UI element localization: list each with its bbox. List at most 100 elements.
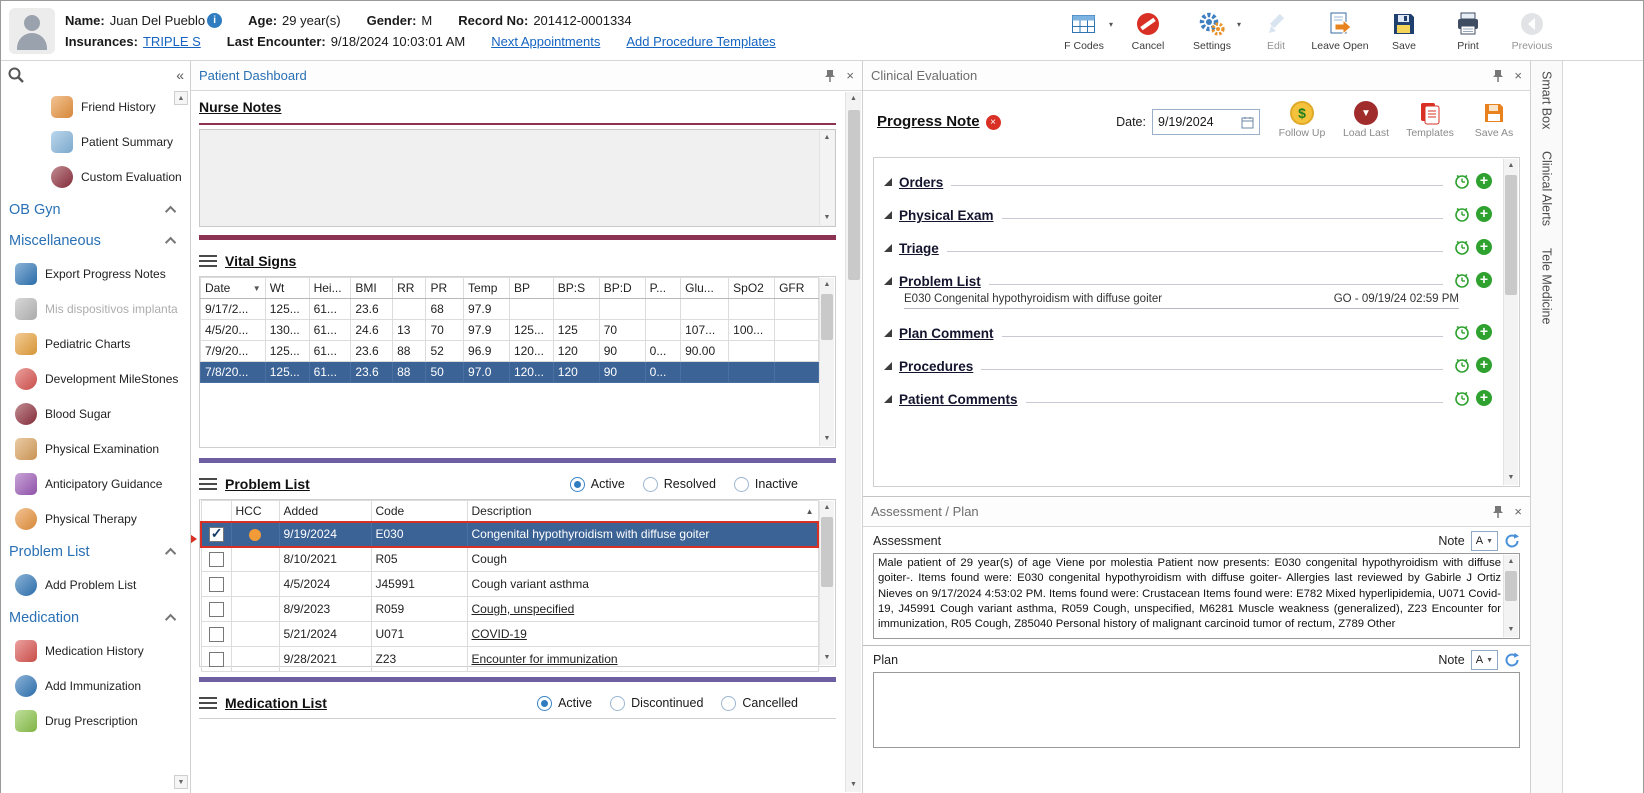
section-heading[interactable]: Orders [899,175,943,190]
add-icon[interactable] [1476,272,1492,288]
collapse-triangle-icon[interactable] [884,362,892,370]
close-icon[interactable]: × [1514,69,1522,82]
column-header[interactable]: Description ▲ [466,500,819,522]
column-header[interactable]: BP [508,277,554,299]
sidebar-item-drug-prescription[interactable]: Drug Prescription [1,703,190,738]
column-header[interactable]: P... [644,277,682,299]
collapse-triangle-icon[interactable] [884,211,892,219]
sidebar-item-custom-evaluation[interactable]: Custom Evaluation [1,159,190,194]
nurse-notes-textarea[interactable]: ▲ ▼ [199,129,836,227]
follow-up-button[interactable]: $ Follow Up [1276,101,1328,139]
sidebar-item-friend-history[interactable]: Friend History [1,89,190,124]
plan-textarea[interactable] [873,672,1520,748]
problem-row-clipped[interactable]: 9/28/2021 Z23 Encounter for immunization [200,646,819,672]
collapse-triangle-icon[interactable] [884,178,892,186]
scroll-up-icon[interactable]: ▲ [846,92,861,106]
checkbox[interactable] [208,651,224,667]
pin-icon[interactable] [824,69,836,83]
checkbox-checked[interactable] [208,525,224,542]
checkbox[interactable] [208,576,224,592]
insurances-link[interactable]: TRIPLE S [143,34,201,49]
sidebar-item-pediatric-charts[interactable]: Pediatric Charts [1,326,190,361]
timer-icon[interactable] [1454,390,1470,406]
sidebar-item-patient-summary[interactable]: Patient Summary [1,124,190,159]
column-header[interactable]: Wt [264,277,310,299]
print-button[interactable]: Print [1441,10,1495,52]
sections-scrollbar[interactable]: ▲ ▼ [1503,159,1518,485]
date-input[interactable]: 9/19/2024 [1152,109,1260,135]
save-as-button[interactable]: Save As [1468,101,1520,139]
scrollbar-thumb[interactable] [821,517,833,587]
scroll-up-icon[interactable]: ▲ [820,501,834,515]
sidebar-item-physical-examination[interactable]: Physical Examination [1,431,190,466]
checkbox[interactable] [208,551,224,567]
column-header[interactable]: BP:S [552,277,600,299]
collapse-triangle-icon[interactable] [884,277,892,285]
templates-button[interactable]: Templates [1404,101,1456,139]
add-icon[interactable] [1476,206,1492,222]
column-header[interactable]: GFR [774,277,819,299]
vital-signs-menu-icon[interactable] [199,255,217,267]
sidebar-item-development-milestones[interactable]: Development MileStones [1,361,190,396]
column-header[interactable]: Temp [463,277,510,299]
cancel-button[interactable]: Cancel [1121,10,1175,52]
sidebar-item-medication-history[interactable]: Medication History [1,633,190,668]
problem-list-scrollbar[interactable]: ▲ ▼ [819,501,834,665]
f-codes-button[interactable]: ▾ F Codes [1057,10,1113,52]
scroll-up-icon[interactable]: ▲ [820,131,834,145]
add-icon[interactable] [1476,173,1492,189]
vital-row[interactable]: 9/17/2... 125... 61... 23.6 68 97.9 [200,298,819,320]
settings-button[interactable]: ▾ Settings [1185,10,1241,52]
section-heading[interactable]: Physical Exam [899,208,994,223]
assessment-textarea[interactable]: Male patient of 29 year(s) of age Viene … [873,553,1520,639]
settings-dropdown-icon[interactable]: ▾ [1237,20,1241,29]
column-header[interactable]: BMI [350,277,394,299]
scroll-down-icon[interactable]: ▼ [846,778,861,792]
scrollbar-thumb[interactable] [1505,175,1517,295]
column-header[interactable]: Code [370,500,468,522]
problem-row[interactable]: 8/9/2023 R059 Cough, unspecified [200,596,819,622]
close-icon[interactable]: × [1514,505,1522,518]
scrollbar-thumb[interactable] [1505,571,1517,601]
section-heading[interactable]: Problem List [899,274,981,289]
note-format-dropdown[interactable]: A ▼ [1470,531,1498,551]
column-header[interactable]: BP:D [598,277,646,299]
tab-smart-box[interactable]: Smart Box [1540,71,1554,129]
scrollbar-thumb[interactable] [848,110,860,280]
save-button[interactable]: Save [1377,10,1431,52]
sidebar-scroll-up-icon[interactable]: ▲ [174,91,188,105]
column-header[interactable]: HCC [230,500,280,522]
timer-icon[interactable] [1454,173,1470,189]
collapse-triangle-icon[interactable] [884,395,892,403]
collapse-triangle-icon[interactable] [884,329,892,337]
tab-clinical-alerts[interactable]: Clinical Alerts [1540,151,1554,226]
pin-icon[interactable] [1492,69,1504,83]
sidebar-collapse-icon[interactable]: « [176,67,184,83]
sidebar-section-medication[interactable]: Medication [1,602,190,633]
vital-signs-scrollbar[interactable]: ▲ ▼ [819,278,834,446]
sidebar-section-ob-gyn[interactable]: OB Gyn [1,194,190,225]
add-procedure-templates-link[interactable]: Add Procedure Templates [626,34,775,49]
section-heading[interactable]: Plan Comment [899,326,994,341]
pin-icon[interactable] [1492,505,1504,519]
add-icon[interactable] [1476,390,1492,406]
medication-list-menu-icon[interactable] [199,697,217,709]
assessment-scrollbar[interactable]: ▲ ▼ [1503,555,1518,637]
radio-inactive[interactable] [733,476,749,492]
timer-icon[interactable] [1454,324,1470,340]
column-header[interactable]: Hei... [308,277,352,299]
radio-cancelled[interactable] [721,695,737,711]
next-appointments-link[interactable]: Next Appointments [491,34,600,49]
search-icon[interactable] [7,66,25,84]
sidebar-item-anticipatory-guidance[interactable]: Anticipatory Guidance [1,466,190,501]
vital-row-selected[interactable]: 7/8/20... 125... 61... 23.6 88 50 97.0 120... 12… [200,361,819,383]
add-icon[interactable] [1476,239,1492,255]
sidebar-item-add-immunization[interactable]: Add Immunization [1,668,190,703]
section-heading[interactable]: Triage [899,241,939,256]
scrollbar-thumb[interactable] [821,294,833,340]
column-header[interactable]: Date ▼ [200,277,266,299]
f-codes-dropdown-icon[interactable]: ▾ [1109,20,1113,29]
sidebar-item-add-problem-list[interactable]: Add Problem List [1,567,190,602]
add-icon[interactable] [1476,324,1492,340]
scroll-down-icon[interactable]: ▼ [820,651,834,665]
